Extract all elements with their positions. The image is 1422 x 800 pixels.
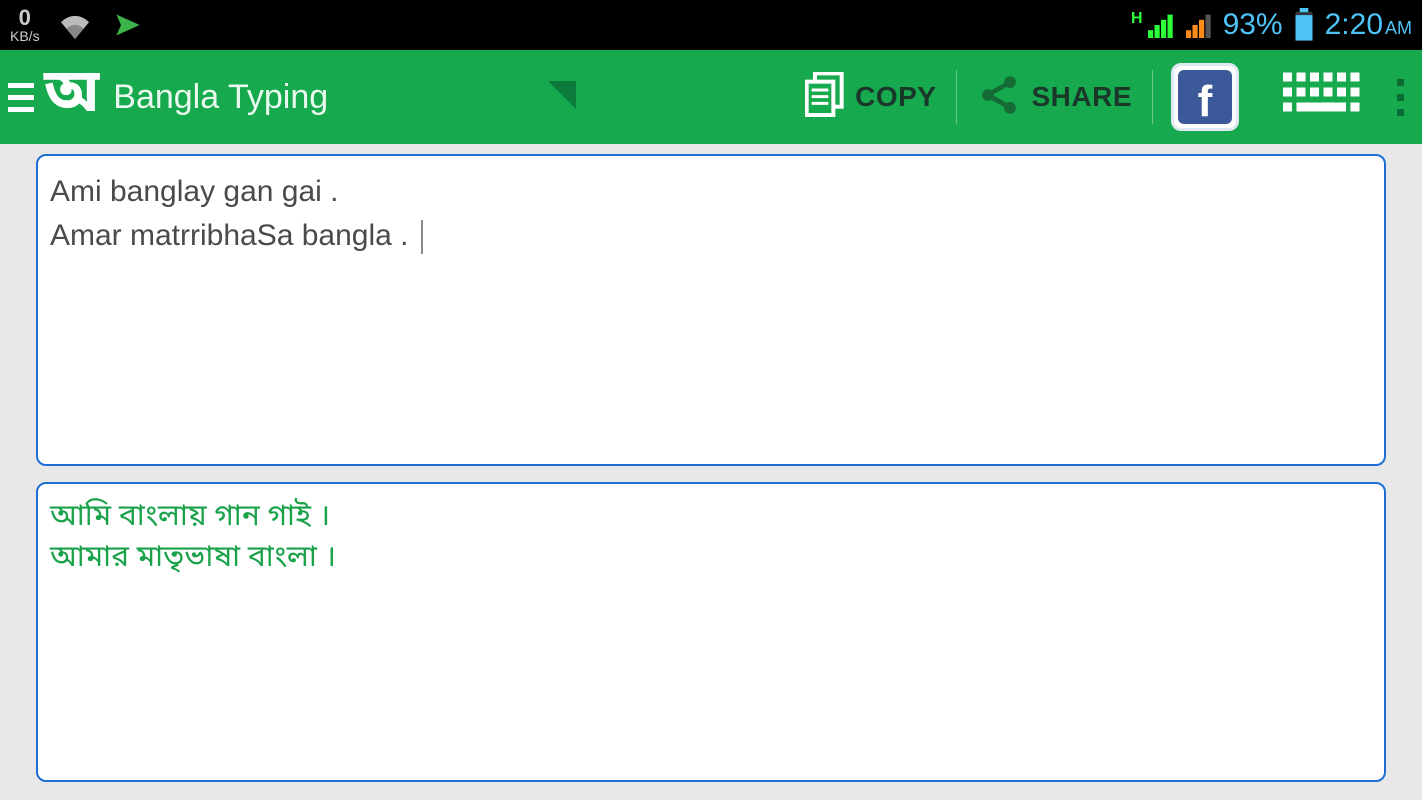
send-icon <box>110 11 146 39</box>
facebook-button[interactable]: f <box>1171 63 1239 131</box>
network-speed-value: 0 <box>19 7 31 29</box>
facebook-icon: f <box>1178 70 1232 124</box>
signal-type-label: H <box>1131 10 1143 28</box>
app-title: Bangla Typing <box>113 78 328 117</box>
copy-icon <box>805 72 845 123</box>
share-label: SHARE <box>1031 81 1132 113</box>
app-logo-glyph: অ <box>44 67 99 127</box>
network-speed-unit: KB/s <box>10 29 40 43</box>
content-area: Ami banglay gan gai . Amar matrribhaSa b… <box>0 144 1422 800</box>
wifi-icon <box>58 11 92 39</box>
battery-percent: 93% <box>1223 8 1283 42</box>
output-line: আমি বাংলায় গান গাই । <box>50 498 1372 539</box>
signal-bars-1-icon <box>1147 12 1175 38</box>
copy-label: COPY <box>855 81 936 113</box>
input-text-area[interactable]: Ami banglay gan gai . Amar matrribhaSa b… <box>36 154 1386 466</box>
share-button[interactable]: SHARE <box>957 67 1152 127</box>
clock-time: 2:20 <box>1325 8 1383 41</box>
input-line: Ami banglay gan gai . <box>50 170 1372 214</box>
text-cursor <box>421 220 423 254</box>
dropdown-indicator-icon[interactable] <box>548 81 576 114</box>
keyboard-button[interactable] <box>1283 72 1361 123</box>
network-speed-indicator: 0 KB/s <box>10 7 40 43</box>
app-action-bar: অ Bangla Typing COPY SHAR <box>0 50 1422 144</box>
battery-icon <box>1293 8 1315 42</box>
copy-button[interactable]: COPY <box>785 67 956 127</box>
toolbar-divider <box>1152 70 1153 124</box>
clock-ampm: AM <box>1385 18 1412 38</box>
status-bar: 0 KB/s H <box>0 0 1422 50</box>
status-clock: 2:20AM <box>1325 8 1412 42</box>
menu-button[interactable] <box>8 83 38 112</box>
input-line: Amar matrribhaSa bangla . <box>50 214 1372 258</box>
share-icon <box>977 73 1021 122</box>
output-line: আমার মাতৃভাষা বাংলা । <box>50 539 1372 580</box>
output-text-area[interactable]: আমি বাংলায় গান গাই । আমার মাতৃভাষা বাংল… <box>36 482 1386 782</box>
signal-bars-2-icon <box>1185 12 1213 38</box>
overflow-menu-button[interactable] <box>1387 79 1414 116</box>
